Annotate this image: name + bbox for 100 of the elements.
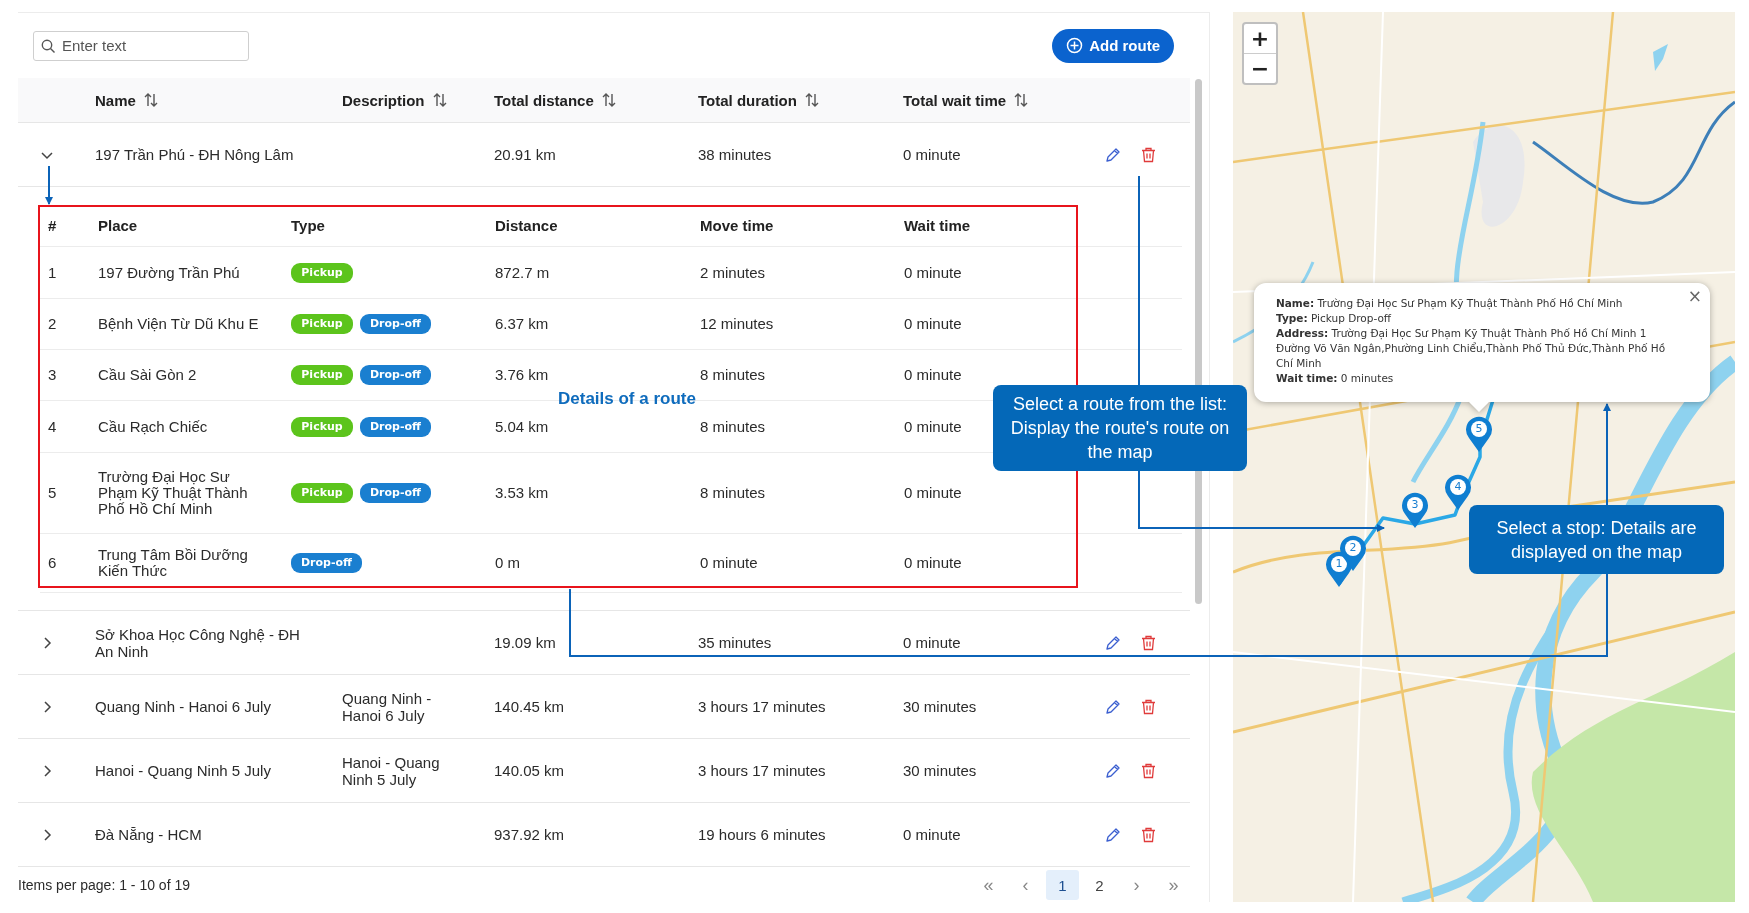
pagination-summary: Items per page: 1 - 10 of 19	[18, 877, 190, 893]
sort-icon[interactable]	[432, 92, 447, 108]
plus-circle-icon	[1066, 37, 1084, 54]
column-header: Distance	[495, 217, 558, 234]
type-badge: Drop-off	[360, 314, 431, 334]
table-cell: 3.76 km	[495, 367, 549, 383]
table-cell-text: 0 minute	[903, 634, 962, 651]
column-header[interactable]: Total distance	[494, 91, 594, 109]
table-cell-text: 6	[47, 555, 57, 571]
previous-page-button[interactable]: ‹	[1009, 870, 1042, 900]
popup-text: Name: Trường Đại Học Sư Phạm Kỹ Thuật Thành Phố Hồ Chí Minh	[1276, 296, 1624, 311]
zoom-in-button[interactable]: +	[1244, 24, 1276, 53]
column-header[interactable]: Description	[342, 91, 425, 109]
table-cell-text: Đà Nẵng - HCM	[95, 826, 203, 843]
popup-text: Type: Pickup Drop-off	[1276, 311, 1393, 326]
table-cell-text: 0 minute	[903, 826, 962, 843]
table-cell-text: Trung Tâm Bồi Dưỡng Kiến Thức	[98, 547, 249, 579]
type-badge: Pickup	[291, 416, 353, 437]
trash-icon[interactable]	[1141, 826, 1156, 843]
table-cell: 0 minute	[904, 485, 962, 501]
table-cell-text: 4	[47, 418, 57, 435]
table-cell: 0 minute	[700, 555, 758, 571]
table-cell-text: 38 minutes	[698, 146, 773, 163]
page-button[interactable]: 2	[1083, 870, 1116, 900]
table-cell-text: 19 hours 6 minutes	[698, 826, 827, 843]
sort-icon[interactable]	[143, 92, 158, 108]
column-header[interactable]: Total wait time	[903, 91, 1007, 109]
trash-icon[interactable]	[1141, 698, 1156, 715]
table-cell-text: 19.09 km	[494, 634, 557, 651]
column-header[interactable]: Total duration	[698, 91, 797, 109]
column-header[interactable]: Name	[95, 91, 136, 109]
type-badge: Drop-off	[360, 483, 431, 503]
type-badge: Pickup	[291, 314, 353, 334]
popup-text: Wait time: 0 minutes	[1276, 371, 1395, 386]
add-route-button[interactable]: Add route	[1052, 28, 1174, 63]
table-cell-text: 30 minutes	[903, 698, 978, 715]
pencil-icon[interactable]	[1105, 634, 1121, 651]
table-cell: 0 minute	[904, 264, 962, 281]
type-badge: Drop-off	[291, 553, 362, 573]
trash-icon[interactable]	[1141, 762, 1156, 779]
table-cell-text: 3 hours 17 minutes	[698, 762, 827, 779]
trash-icon[interactable]	[1141, 146, 1156, 163]
table-cell: 8 minutes	[700, 418, 766, 435]
last-page-button[interactable]: »	[1157, 870, 1190, 900]
table-cell: 6.37 km	[495, 316, 549, 332]
pencil-icon[interactable]	[1105, 826, 1121, 843]
sort-icon[interactable]	[601, 92, 616, 108]
table-cell-text: 197 Đường Trần Phú	[98, 264, 241, 281]
column-header: Place	[98, 217, 138, 234]
column-header: Type	[291, 217, 325, 234]
pencil-icon[interactable]	[1105, 762, 1121, 779]
table-cell-text: Sở Khoa Học Công Nghệ - ĐH An Ninh	[95, 625, 301, 660]
trash-icon[interactable]	[1141, 634, 1156, 651]
column-header: #	[47, 217, 57, 234]
table-cell-text: 30 minutes	[903, 762, 978, 779]
sort-icon[interactable]	[1014, 92, 1029, 108]
table-cell-text: Bệnh Viện Từ Dũ Khu E	[98, 316, 260, 332]
first-page-button[interactable]: «	[972, 870, 1005, 900]
table-cell: 5.04 km	[495, 418, 549, 435]
connector-arrow	[45, 165, 53, 205]
next-page-button[interactable]: ›	[1120, 870, 1153, 900]
map-marker[interactable]: 5	[1465, 415, 1493, 453]
sort-icon[interactable]	[804, 92, 819, 108]
search-field[interactable]: Enter text	[33, 30, 249, 61]
table-cell: 872.7 m	[495, 264, 550, 281]
type-badge: Pickup	[291, 262, 353, 283]
annotation-label: Details of a route	[558, 389, 696, 409]
table-cell-text: 35 minutes	[698, 634, 773, 651]
table-cell: 2 minutes	[700, 264, 766, 281]
table-cell-text: 3	[47, 367, 57, 383]
page-button[interactable]: 1	[1046, 870, 1079, 900]
table-cell-text: 197 Trần Phú - ĐH Nông Lâm	[95, 146, 295, 163]
zoom-out-button[interactable]: −	[1244, 53, 1276, 83]
table-cell-text: Hanoi - Quang Ninh 5 July	[95, 762, 272, 779]
popup-text: Address: Trường Đại Học Sư Phạm Kỹ Thuật Thành Phố Hồ Chí Minh 1 Đường Võ Văn Ngân,Phường Linh Chiểu,Thành Phố Thủ Đức,Thành Phố Hồ Chí Minh	[1276, 326, 1667, 371]
table-cell-text: 0 minute	[903, 146, 962, 163]
table-cell: 12 minutes	[700, 316, 774, 332]
table-cell-text: 20.91 km	[494, 146, 557, 163]
pencil-icon[interactable]	[1105, 698, 1121, 715]
close-button[interactable]: ×	[1687, 286, 1702, 306]
table-cell-text: 140.45 km	[494, 698, 566, 715]
column-header: Wait time	[904, 217, 971, 234]
search-icon	[41, 38, 56, 54]
table-cell-text: Hanoi - Quang Ninh 5 July	[342, 753, 441, 788]
table-cell: 8 minutes	[700, 485, 766, 501]
table-cell-text: 2	[47, 316, 57, 332]
table-cell-text: Quang Ninh - Hanoi 6 July	[95, 698, 272, 715]
callout: Select a stop: Details are displayed on the map	[1469, 505, 1724, 574]
table-cell-text: 5	[47, 485, 57, 501]
table-cell-text: Quang Ninh - Hanoi 6 July	[342, 689, 433, 724]
map-marker[interactable]: 3	[1401, 491, 1429, 529]
column-header: Move time	[700, 217, 774, 234]
map-marker[interactable]: 4	[1444, 473, 1472, 511]
type-badge: Drop-off	[360, 365, 431, 385]
type-badge: Drop-off	[360, 416, 431, 437]
table-cell-text: Trường Đại Học Sư Phạm Kỹ Thuật Thành Phố Hồ Chí Minh	[98, 469, 249, 517]
callout: Select a route from the list: Display the route's route on the map	[993, 385, 1247, 471]
table-cell-text: Cầu Sài Gòn 2	[98, 367, 198, 383]
table-cell-text: Cầu Rạch Chiếc	[98, 418, 209, 435]
pencil-icon[interactable]	[1105, 146, 1121, 163]
